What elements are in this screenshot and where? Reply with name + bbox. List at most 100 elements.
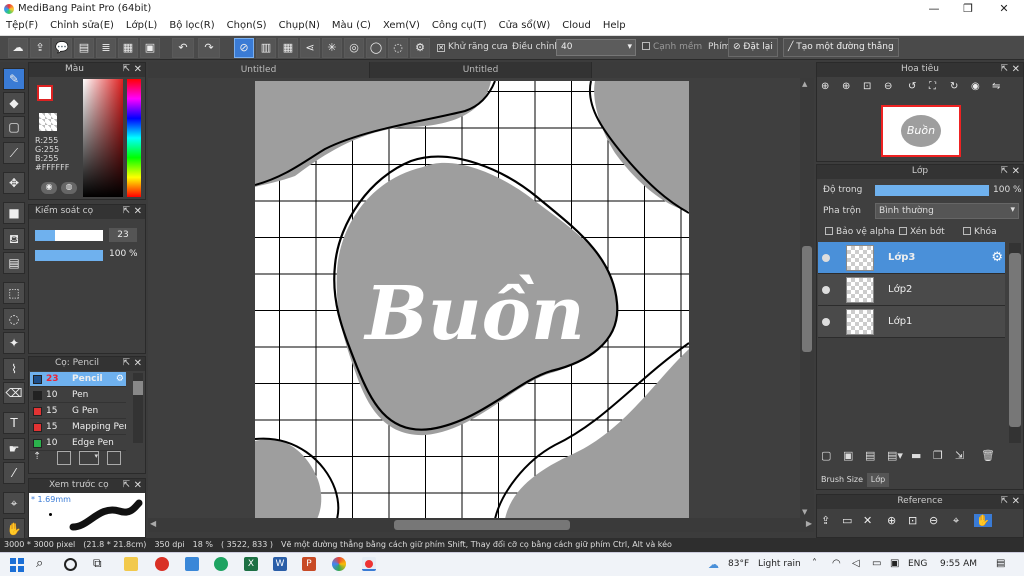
- new-1bit-layer-icon[interactable]: ▤: [865, 449, 881, 462]
- rectangle-tool-icon[interactable]: ▢: [3, 116, 25, 138]
- gradient-tool-icon[interactable]: ▤: [3, 252, 25, 274]
- menu-view[interactable]: Xem(V): [377, 18, 426, 31]
- tab-untitled-1[interactable]: Untitled: [148, 62, 370, 78]
- fit-icon[interactable]: ⊡: [863, 81, 879, 92]
- radial-snap-icon[interactable]: ✳: [322, 38, 342, 58]
- layer-list-scrollbar[interactable]: [1009, 243, 1021, 443]
- clipping-checkbox[interactable]: [899, 227, 907, 235]
- move-tool-icon[interactable]: ✥: [3, 172, 25, 194]
- soft-edge-checkbox[interactable]: [642, 42, 650, 50]
- brush-size-slider[interactable]: [35, 230, 103, 241]
- close-icon[interactable]: ✕: [134, 357, 142, 370]
- close-icon[interactable]: ✕: [134, 63, 142, 76]
- divide-tool-icon[interactable]: ⁄: [3, 462, 25, 484]
- zoom-out-icon[interactable]: ⊖: [884, 81, 900, 92]
- select-pen-tool-icon[interactable]: ⌇: [3, 358, 25, 380]
- flip-icon[interactable]: ⇋: [992, 81, 1008, 92]
- brush-item[interactable]: 23 Pencil ⚙: [30, 372, 126, 387]
- navigator-thumbnail[interactable]: Buồn: [881, 105, 961, 157]
- layer-menu-icon[interactable]: ▤▾: [887, 449, 907, 462]
- medibang-taskbar-icon[interactable]: [362, 557, 376, 571]
- palette-icon[interactable]: ◉: [41, 182, 57, 194]
- dot-tool-icon[interactable]: ⟋: [3, 142, 25, 164]
- hue-slider[interactable]: [127, 79, 141, 197]
- open-folder-icon[interactable]: ▭: [842, 514, 858, 527]
- canvas-horizontal-scrollbar[interactable]: ◀ ▶: [148, 518, 814, 532]
- hand-icon[interactable]: ✋: [974, 514, 992, 527]
- tab-untitled-2[interactable]: Untitled: [370, 62, 592, 78]
- undock-icon[interactable]: ⇱: [122, 357, 130, 370]
- perspective-snap-icon[interactable]: ⋖: [300, 38, 320, 58]
- lock-checkbox[interactable]: [963, 227, 971, 235]
- grid-snap-icon[interactable]: ▦: [278, 38, 298, 58]
- select-eraser-tool-icon[interactable]: ⌫: [3, 382, 25, 404]
- bucket-tool-icon[interactable]: ⛾: [3, 228, 25, 250]
- windows-start-icon[interactable]: [10, 558, 24, 572]
- magic-wand-tool-icon[interactable]: ✦: [3, 332, 25, 354]
- eye-icon[interactable]: [822, 286, 830, 294]
- volume-icon[interactable]: ◁: [852, 558, 860, 569]
- edge-browser-icon[interactable]: [214, 557, 228, 571]
- blend-mode-dropdown[interactable]: Bình thường ▾: [875, 203, 1019, 219]
- dock-icon[interactable]: ▣: [140, 38, 160, 58]
- language-indicator[interactable]: ENG: [908, 559, 927, 569]
- operation-tool-icon[interactable]: ☛: [3, 438, 25, 460]
- zoom-out-icon[interactable]: ⊖: [929, 514, 945, 527]
- eyedropper-tool-icon[interactable]: ⌖: [3, 492, 25, 514]
- fit-icon[interactable]: ⊡: [908, 514, 924, 527]
- brush-size-value[interactable]: 23: [109, 228, 137, 242]
- powerpoint-icon[interactable]: P: [302, 557, 316, 571]
- menu-snap[interactable]: Chụp(N): [273, 18, 326, 31]
- search-icon[interactable]: ⌕: [36, 556, 43, 571]
- scrollbar-thumb[interactable]: [802, 246, 812, 352]
- brush-add-icon[interactable]: ⇡: [33, 451, 47, 465]
- chevron-up-icon[interactable]: ˄: [812, 558, 817, 569]
- reset-button[interactable]: ⊘ Đặt lại: [728, 38, 778, 57]
- tab-brush-size[interactable]: Brush Size: [819, 473, 865, 487]
- lasso-tool-icon[interactable]: ◌: [3, 308, 25, 330]
- color-wheel-icon[interactable]: ◍: [61, 182, 77, 194]
- canvas-area[interactable]: Buồn: [148, 78, 800, 518]
- parallel-snap-icon[interactable]: ▥: [256, 38, 276, 58]
- menu-filter[interactable]: Bộ lọc(R): [163, 18, 220, 31]
- close-icon[interactable]: ✕: [1012, 495, 1020, 508]
- trash-icon[interactable]: 🗑: [981, 449, 997, 462]
- new-brush-icon[interactable]: [57, 451, 71, 465]
- close-button[interactable]: ✕: [986, 0, 1022, 18]
- layers-icon[interactable]: ≣: [96, 38, 116, 58]
- scrollbar-thumb[interactable]: [133, 381, 143, 395]
- zoom-in-icon[interactable]: ⊕: [887, 514, 903, 527]
- zoom-in-alt-icon[interactable]: ⊕: [842, 81, 858, 92]
- rotate-left-icon[interactable]: ↺: [908, 81, 924, 92]
- scroll-right-icon[interactable]: ▶: [806, 519, 812, 528]
- brush-list-scrollbar[interactable]: [133, 373, 143, 443]
- protect-alpha-checkbox[interactable]: [825, 227, 833, 235]
- text-tool-icon[interactable]: T: [3, 412, 25, 434]
- scroll-up-icon[interactable]: ▲: [802, 80, 807, 88]
- cloud-icon[interactable]: ☁: [8, 38, 28, 58]
- correction-dropdown[interactable]: 40 ▾: [556, 39, 636, 56]
- canvas-vertical-scrollbar[interactable]: ▲ ▼: [800, 78, 814, 518]
- close-icon[interactable]: ✕: [1012, 165, 1020, 178]
- excel-icon[interactable]: X: [244, 557, 258, 571]
- battery-icon[interactable]: ▭: [872, 558, 881, 569]
- brush-item[interactable]: 15 G Pen: [30, 404, 126, 419]
- zoom-in-icon[interactable]: ⊕: [821, 81, 837, 92]
- wifi-icon[interactable]: ◠: [832, 558, 841, 569]
- folder-icon[interactable]: ▬: [911, 449, 927, 462]
- rotate-right-icon[interactable]: ↻: [950, 81, 966, 92]
- network-icon[interactable]: ▣: [890, 558, 899, 569]
- layer-row[interactable]: Lớp3 ⚙: [818, 242, 1005, 274]
- menu-help[interactable]: Help: [597, 18, 632, 31]
- brush-tool-icon[interactable]: ✎: [3, 68, 25, 90]
- merge-layer-icon[interactable]: ⇲: [955, 449, 971, 462]
- menu-file[interactable]: Tệp(F): [0, 18, 44, 31]
- eye-icon[interactable]: [822, 254, 830, 262]
- cortana-icon[interactable]: [64, 558, 77, 571]
- brush-item[interactable]: 10 Edge Pen: [30, 436, 126, 451]
- chrome-icon[interactable]: [332, 557, 346, 571]
- close-icon[interactable]: ✕: [1012, 63, 1020, 76]
- create-line-button[interactable]: ╱ Tạo một đường thẳng: [783, 38, 899, 57]
- brush-menu-icon[interactable]: ▾: [79, 451, 99, 465]
- saturation-value-picker[interactable]: [83, 79, 123, 197]
